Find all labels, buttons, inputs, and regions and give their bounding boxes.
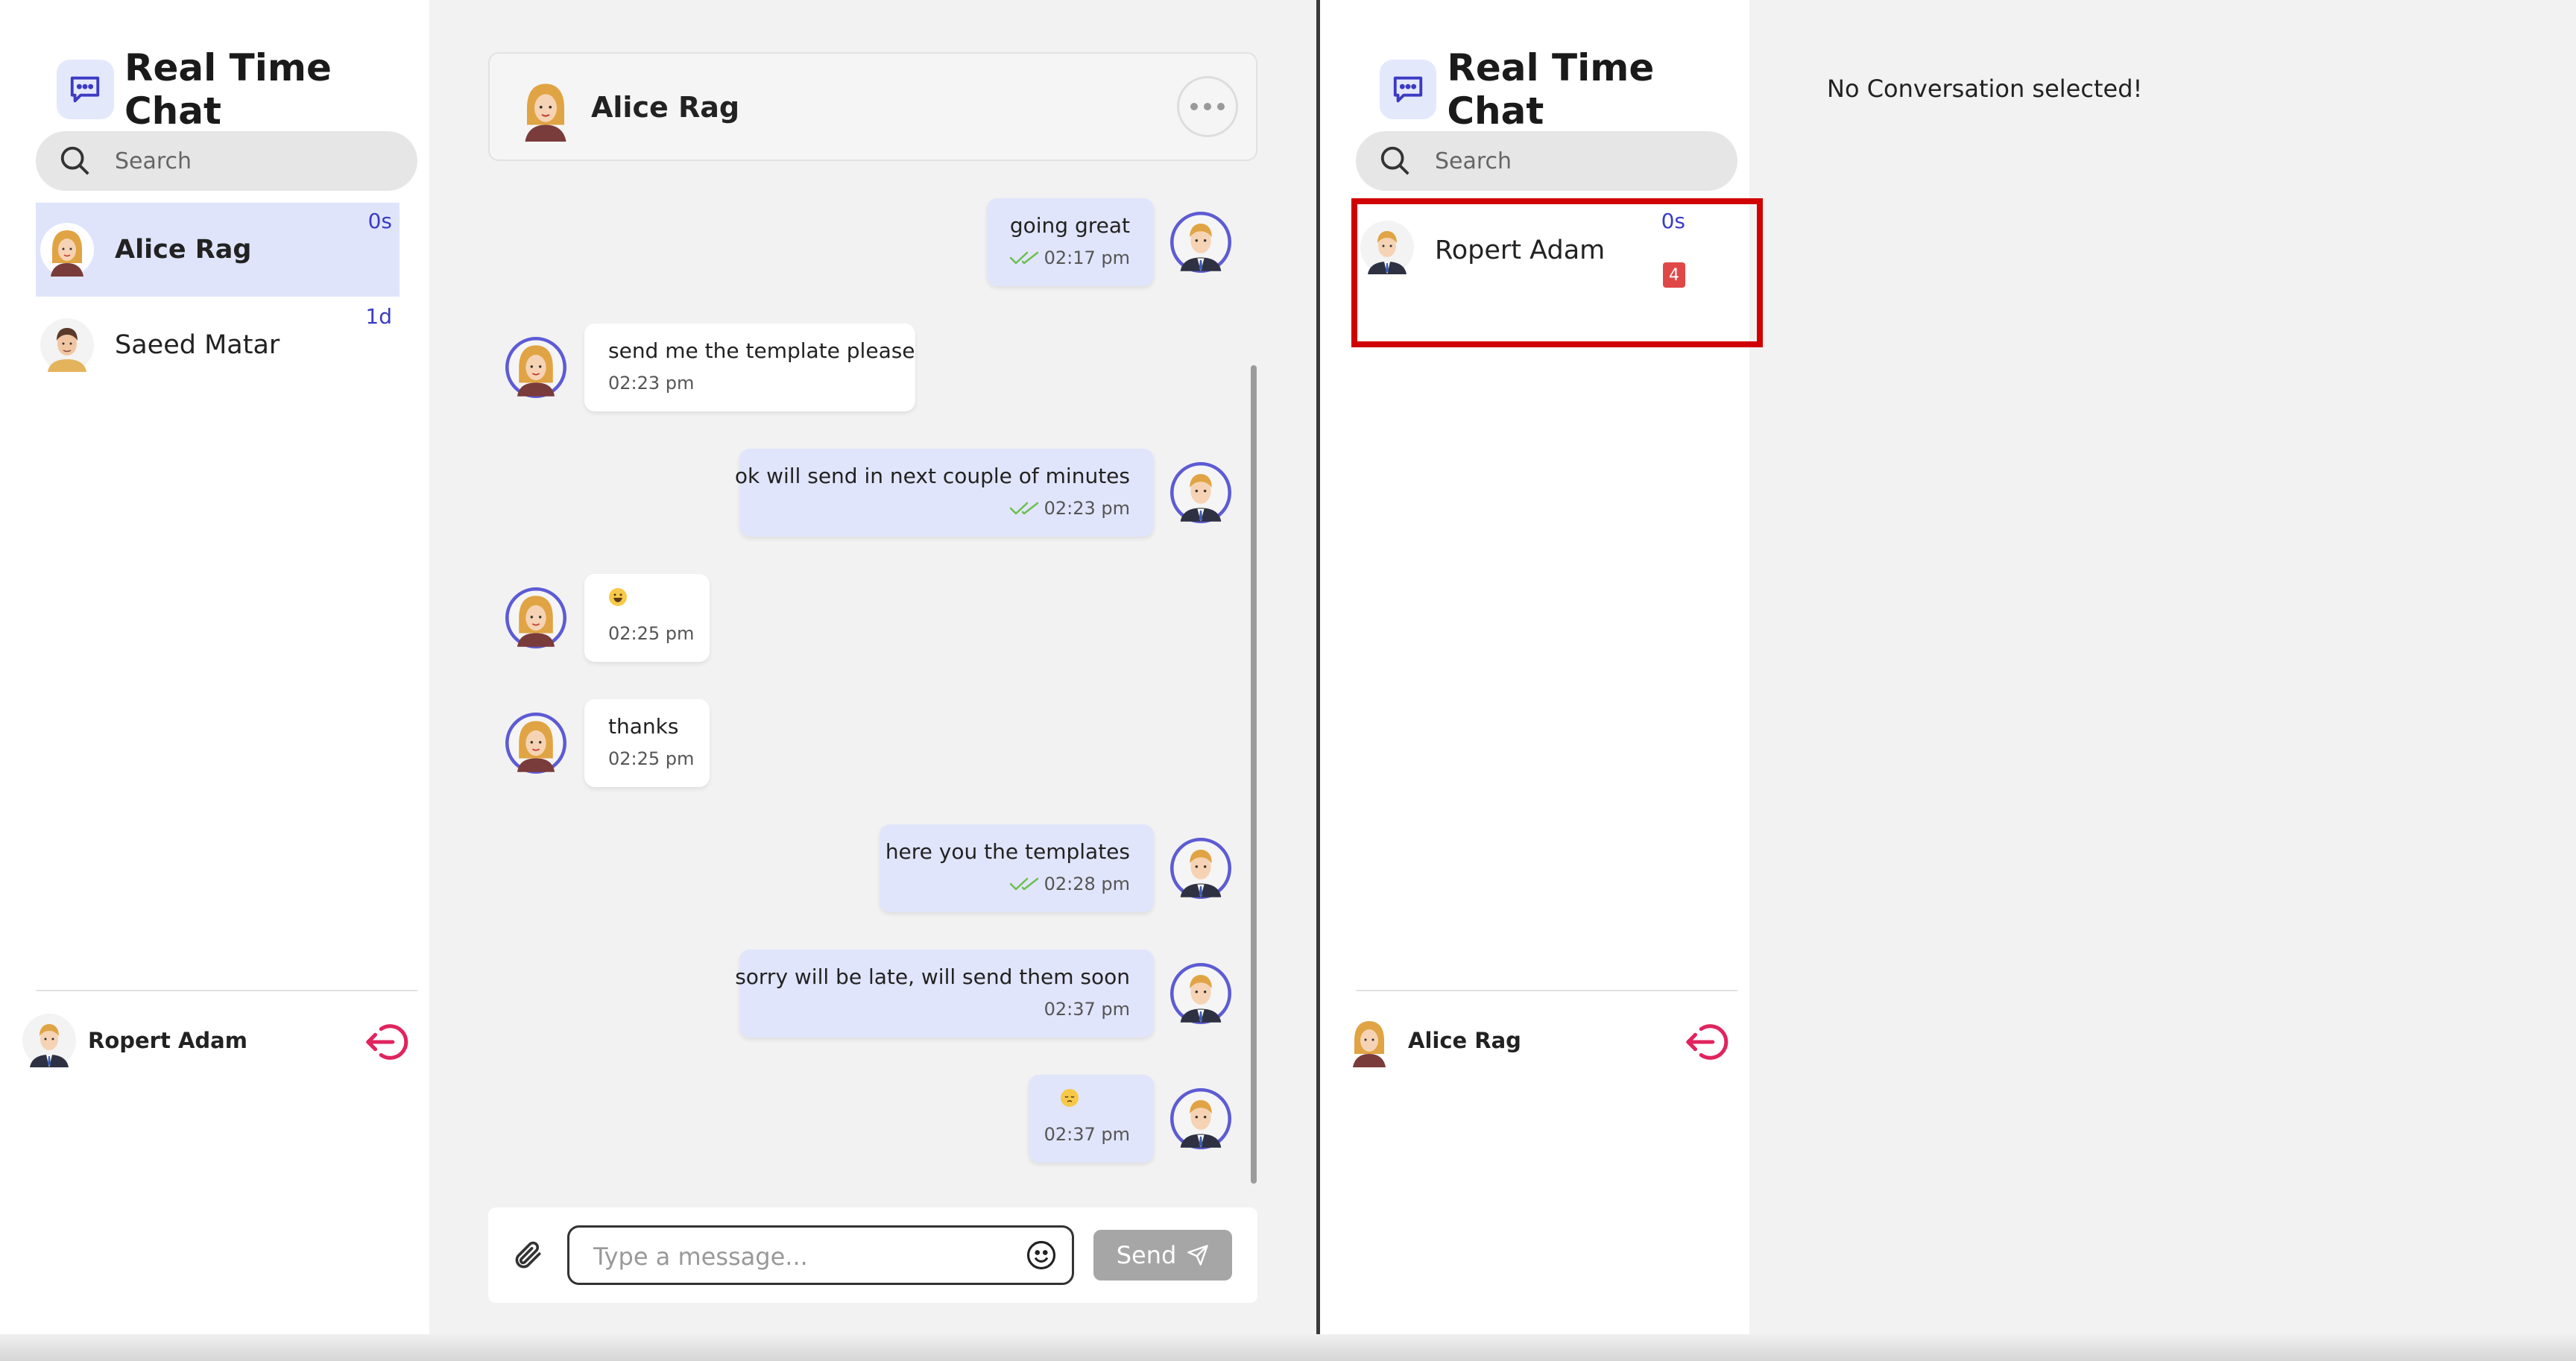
incoming-message-bubble: thanks 02:25 pm xyxy=(584,699,710,787)
current-user-name: Ropert Adam xyxy=(88,1028,247,1053)
message-text: going great xyxy=(1009,213,1130,238)
message-composer: Type a message... Send xyxy=(488,1207,1257,1303)
conversation-time: 1d xyxy=(365,304,392,329)
conversation-name: Alice Rag xyxy=(115,235,252,265)
chat-title: Alice Rag xyxy=(591,91,740,124)
avatar xyxy=(1342,1014,1396,1067)
message-text: sorry will be late, will send them soon xyxy=(735,964,1130,989)
chat-bubble-icon xyxy=(57,60,114,119)
conversation-time: 0s xyxy=(1661,209,1685,233)
logout-icon[interactable] xyxy=(364,1021,410,1063)
message-time: 02:28 pm xyxy=(1044,874,1130,894)
conversation-time: 0s xyxy=(367,209,392,233)
logout-icon[interactable] xyxy=(1684,1021,1730,1063)
sidebar: Real Time Chat Search Alice Rag 0s Saeed… xyxy=(0,0,429,1361)
left-app-window: Real Time Chat Search Alice Rag 0s Saeed… xyxy=(0,0,1316,1361)
message-text: send me the template please xyxy=(608,338,915,363)
message-time: 02:23 pm xyxy=(1044,498,1130,519)
avatar xyxy=(1170,1088,1231,1149)
send-label: Send xyxy=(1116,1241,1177,1269)
message-text: here you the templates xyxy=(885,839,1130,864)
avatar xyxy=(1170,963,1231,1024)
avatar xyxy=(22,1014,76,1067)
message-placeholder: Type a message... xyxy=(593,1242,808,1271)
sidebar: Real Time Chat Search Ropert Adam 0s 4 A… xyxy=(1320,0,1763,1361)
conversation-name: Ropert Adam xyxy=(1435,236,1606,265)
outgoing-message-bubble: 02:37 pm xyxy=(1029,1075,1154,1163)
avatar xyxy=(505,713,566,774)
conversation-item-saeed-matar[interactable]: Saeed Matar 1d xyxy=(36,298,400,392)
current-user: Alice Rag xyxy=(1342,1014,1521,1067)
divider xyxy=(36,990,417,991)
more-dots-icon xyxy=(1190,103,1198,110)
avatar xyxy=(505,587,566,648)
pensive-face-emoji xyxy=(1061,1089,1079,1107)
avatar xyxy=(1170,462,1231,523)
conversation-name: Saeed Matar xyxy=(115,330,280,360)
grinning-face-emoji xyxy=(609,588,627,606)
conversation-item-alice-rag[interactable]: Alice Rag 0s xyxy=(36,203,400,297)
incoming-message-bubble: send me the template please 02:23 pm xyxy=(584,323,915,411)
app-title: Real Time Chat xyxy=(124,46,332,133)
read-receipt-icon xyxy=(1009,877,1039,891)
message-time: 02:17 pm xyxy=(1044,247,1130,268)
brand: Real Time Chat xyxy=(1380,46,1749,133)
outgoing-message-bubble: going great 02:17 pm xyxy=(987,198,1154,286)
message-time: 02:23 pm xyxy=(608,373,695,394)
search-input[interactable]: Search xyxy=(36,131,417,191)
more-options-button[interactable] xyxy=(1177,76,1238,137)
outgoing-message-bubble: ok will send in next couple of minutes 02… xyxy=(735,449,1154,537)
search-placeholder: Search xyxy=(115,148,192,174)
avatar xyxy=(1360,221,1414,274)
current-user: Ropert Adam xyxy=(22,1014,247,1067)
app-title: Real Time Chat xyxy=(1447,46,1655,133)
attachment-icon[interactable] xyxy=(512,1239,545,1272)
message-time: 02:37 pm xyxy=(1044,1124,1130,1145)
read-receipt-icon xyxy=(1009,502,1039,515)
avatar xyxy=(512,75,579,142)
send-button[interactable]: Send xyxy=(1093,1230,1232,1281)
read-receipt-icon xyxy=(1009,251,1039,265)
avatar xyxy=(505,337,566,398)
bottom-edge xyxy=(0,1334,2576,1361)
chat-header: Alice Rag xyxy=(488,52,1257,161)
unread-badge: 4 xyxy=(1663,262,1685,288)
right-app-window: Real Time Chat Search Ropert Adam 0s 4 A… xyxy=(1320,0,2576,1361)
send-icon xyxy=(1187,1245,1209,1266)
emoji-picker-icon[interactable] xyxy=(1026,1240,1057,1271)
brand: Real Time Chat xyxy=(57,46,429,133)
conversation-item-ropert-adam[interactable]: Ropert Adam 0s 4 xyxy=(1356,203,1720,337)
search-icon xyxy=(60,146,89,175)
current-user-name: Alice Rag xyxy=(1408,1028,1521,1053)
message-time: 02:25 pm xyxy=(608,623,695,644)
empty-state-message: No Conversation selected! xyxy=(1827,75,2143,103)
incoming-message-bubble: 02:25 pm xyxy=(584,574,710,662)
scrollbar[interactable] xyxy=(1251,365,1257,1184)
search-placeholder: Search xyxy=(1435,148,1512,174)
avatar xyxy=(40,223,94,277)
search-icon xyxy=(1380,146,1409,175)
search-input[interactable]: Search xyxy=(1356,131,1737,191)
outgoing-message-bubble: here you the templates 02:28 pm xyxy=(880,824,1154,912)
outgoing-message-bubble: sorry will be late, will send them soon 0… xyxy=(735,950,1154,1038)
message-time: 02:37 pm xyxy=(1044,999,1130,1020)
avatar xyxy=(1170,838,1231,899)
message-text: ok will send in next couple of minutes xyxy=(734,464,1130,488)
message-input[interactable]: Type a message... xyxy=(567,1225,1074,1285)
message-text: thanks xyxy=(608,714,679,739)
avatar xyxy=(1170,212,1231,273)
divider xyxy=(1356,990,1737,991)
message-time: 02:25 pm xyxy=(608,748,695,769)
chat-bubble-icon xyxy=(1380,60,1437,119)
avatar xyxy=(40,318,94,372)
